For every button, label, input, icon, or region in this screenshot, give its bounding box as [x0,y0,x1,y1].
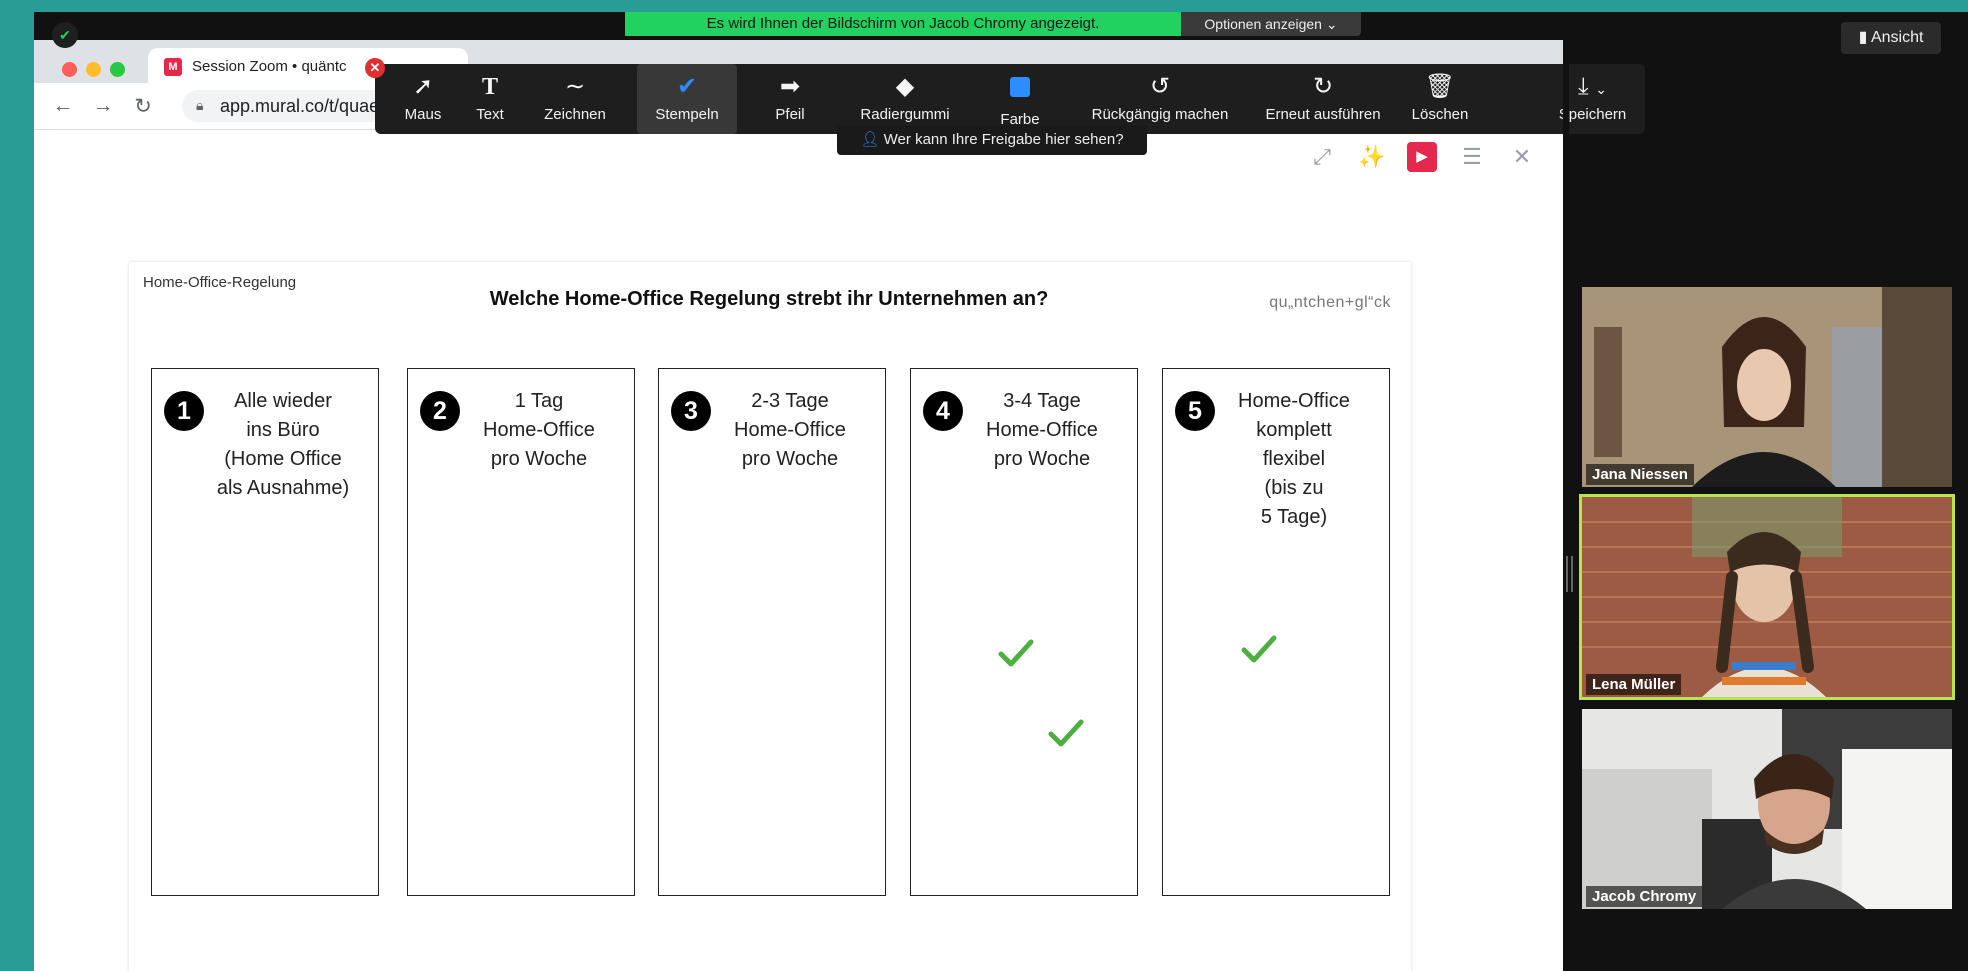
gallery-divider [1563,12,1569,971]
participant-video-tile[interactable]: Jacob Chromy [1582,709,1952,909]
outline-icon[interactable]: ☰ [1457,142,1487,172]
option-text: 2-3 Tage Home-Office pro Woche [734,390,846,470]
mural-board: Home-Office-Regelung Welche Home-Office … [129,262,1411,971]
trash-icon: 🗑︎ [1424,73,1456,100]
redo-icon: ↻ [1312,73,1334,100]
option-text: 1 Tag Home-Office pro Woche [483,390,595,470]
tool-eraser[interactable]: ◆ Radiergummi [850,64,960,134]
draw-icon: ∼ [564,73,586,100]
arrow-icon: ➡ [779,73,801,100]
forward-icon[interactable]: → [90,94,116,118]
stamp-check-icon: ✔ [676,73,698,100]
option-column-2[interactable]: 2 1 Tag Home-Office pro Woche [407,368,635,896]
cursor-icon: ➚ [412,73,434,100]
participant-video [1582,709,1952,909]
option-column-1[interactable]: 1 Alle wieder ins Büro (Home Office als … [151,368,379,896]
participant-name: Jacob Chromy [1586,886,1703,907]
tool-arrow[interactable]: ➡ Pfeil [755,64,825,134]
view-options-button[interactable]: Optionen anzeigen ⌄ [1181,12,1361,36]
close-window-button[interactable] [62,62,77,77]
person-icon: 👤︎ [860,131,880,148]
participant-name: Lena Müller [1586,674,1682,695]
brand-logo: qu„ntchen+gl“ck [1269,294,1391,311]
participant-video-tile[interactable]: Lena Müller [1579,494,1955,700]
resize-handle[interactable] [1566,556,1573,592]
check-stamp-icon [1241,635,1277,663]
option-column-4[interactable]: 4 3-4 Tage Home-Office pro Woche [910,368,1138,896]
tool-color[interactable]: Farbe [990,64,1050,134]
shared-screen: M Session Zoom • quäntc ← → ↻ 🔒︎ app.mur… [34,40,1563,971]
option-text: 3-4 Tage Home-Office pro Woche [986,390,1098,470]
tab-title: Session Zoom • quäntc [192,58,347,75]
participant-video [1582,497,1952,697]
tool-mouse[interactable]: ➚ Maus [393,64,453,134]
participant-video-tile[interactable]: Jana Niessen [1582,287,1952,487]
mural-favicon-icon: M [164,58,182,76]
tool-redo[interactable]: ↻ Erneut ausführen [1258,64,1388,134]
participant-name: Jana Niessen [1586,464,1694,485]
tool-delete[interactable]: 🗑︎ Löschen [1405,64,1475,134]
board-question: Welche Home-Office Regelung strebt ihr U… [489,288,1049,310]
close-annotation-icon[interactable]: ✕ [365,58,385,78]
chevron-down-icon: ⌄ [1595,81,1607,97]
view-button[interactable]: ▮ Ansicht [1841,22,1941,54]
encryption-shield-icon[interactable]: ✔ [52,22,78,48]
viewers-tooltip[interactable]: 👤︎ Wer kann Ihre Freigabe hier sehen? [837,125,1147,155]
minimize-window-button[interactable] [86,62,101,77]
option-text: Alle wieder ins Büro (Home Office als Au… [216,390,350,499]
share-banner: Es wird Ihnen der Bildschirm von Jacob C… [625,12,1181,36]
color-swatch [1010,77,1030,97]
tool-stamp[interactable]: ✔ Stempeln [637,64,737,134]
maximize-window-button[interactable] [110,62,125,77]
tool-undo[interactable]: ↺ Rückgängig machen [1085,64,1235,134]
gallery-view-icon: ▮ [1858,29,1868,46]
back-icon[interactable]: ← [50,94,76,118]
annotation-toolbar: ✕ ➚ Maus T Text ∼ Zeichnen ✔ Stempeln ➡ … [365,58,1645,134]
celebrate-icon[interactable]: ✨ [1357,142,1387,172]
text-icon: T [481,74,498,100]
reload-icon[interactable]: ↻ [130,94,156,119]
option-text: Home-Office komplett flexibel (bis zu 5 … [1238,390,1350,528]
option-column-3[interactable]: 3 2-3 Tage Home-Office pro Woche [658,368,886,896]
close-icon[interactable]: ✕ [1507,142,1537,172]
lock-icon: 🔒︎ [196,97,204,113]
participant-video [1582,287,1952,487]
undo-icon: ↺ [1149,73,1171,100]
eraser-icon: ◆ [895,73,915,100]
check-stamp-icon [1048,719,1084,747]
presentation-mode-icon[interactable]: ▶ [1407,142,1437,172]
zoom-window: M Session Zoom • quäntc ← → ↻ 🔒︎ app.mur… [34,12,1968,971]
tool-draw[interactable]: ∼ Zeichnen [530,64,620,134]
fullscreen-icon[interactable]: ⤢ [1307,142,1337,172]
mural-toolbar: ⤢ ✨ ▶ ☰ ✕ [1307,142,1537,172]
check-stamp-icon [998,639,1034,667]
tool-text[interactable]: T Text [460,64,520,134]
